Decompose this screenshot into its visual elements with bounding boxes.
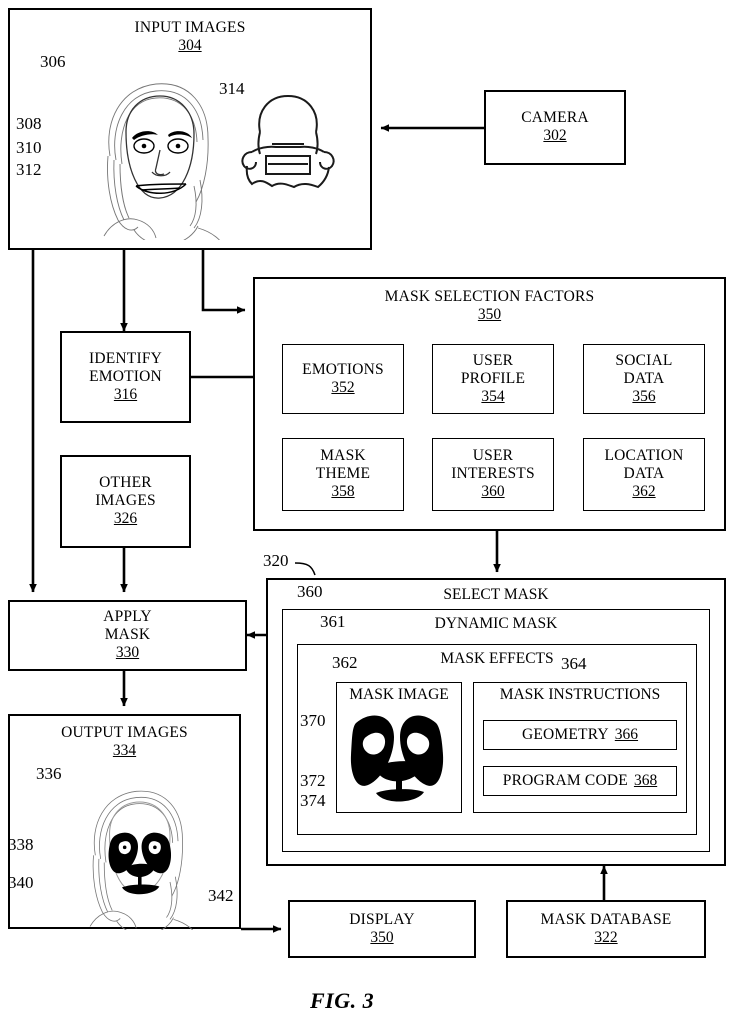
program-code-ref: 368 (633, 771, 658, 789)
factor-user-interests[interactable]: USER INTERESTS 360 (432, 438, 554, 511)
output-masked-face-illustration (89, 790, 194, 930)
patent-figure-3: INPUT IMAGES 304 306 308 310 312 314 CAM… (0, 0, 736, 1024)
factor-user-profile[interactable]: USER PROFILE 354 (432, 344, 554, 414)
factor-social-data-ref: 356 (632, 387, 656, 405)
factor-user-profile-label-1: USER (472, 351, 514, 369)
mask-effects-title: MASK EFFECTS (440, 650, 554, 667)
input-images-ref: 304 (178, 36, 202, 54)
factor-user-profile-label-2: PROFILE (460, 369, 526, 387)
camera-box: CAMERA 302 (484, 90, 626, 165)
display-title: DISPLAY (349, 910, 415, 928)
output-images-ref: 334 (112, 741, 137, 759)
apply-mask-ref: 330 (115, 644, 140, 662)
dynamic-mask-title: DYNAMIC MASK (434, 615, 558, 632)
display-box: DISPLAY 350 (288, 900, 476, 958)
identify-emotion-box: IDENTIFY EMOTION 316 (60, 331, 191, 423)
factor-location-data[interactable]: LOCATION DATA 362 (583, 438, 705, 511)
ref-364: 364 (561, 654, 587, 673)
factor-user-interests-ref: 360 (481, 483, 505, 501)
factor-location-data-label-1: LOCATION (604, 447, 684, 465)
apply-mask-title-1: APPLY (103, 608, 152, 626)
factor-user-interests-label-2: INTERESTS (451, 465, 535, 483)
ref-360: 360 (297, 582, 323, 601)
geometry-label: GEOMETRY (521, 726, 609, 744)
identify-emotion-ref: 316 (113, 385, 138, 403)
factor-social-data-label-2: DATA (623, 369, 665, 387)
figure-caption: FIG. 3 (310, 988, 375, 1013)
mask-image-title: MASK IMAGE (349, 686, 449, 703)
ref-338: 338 (8, 835, 34, 854)
ref-362: 362 (332, 653, 358, 672)
input-images-title: INPUT IMAGES (134, 19, 246, 36)
geometry-box[interactable]: GEOMETRY 366 (483, 720, 677, 750)
mask-selection-factors-title: MASK SELECTION FACTORS (384, 288, 595, 305)
ref-372: 372 (300, 771, 326, 790)
ref-306: 306 (40, 52, 66, 71)
apply-mask-box: APPLY MASK 330 (8, 600, 247, 671)
ref-340: 340 (8, 873, 34, 892)
select-mask-title: SELECT MASK (443, 586, 549, 603)
factor-location-data-ref: 362 (632, 483, 656, 501)
factor-emotions-label-1: EMOTIONS (302, 360, 384, 378)
apply-mask-title-2: MASK (104, 626, 151, 644)
ref-312: 312 (16, 160, 42, 179)
input-face-illustration (103, 83, 220, 240)
factor-mask-theme-label-1: MASK (320, 447, 366, 465)
factor-emotions[interactable]: EMOTIONS 352 (282, 344, 404, 414)
mask-instructions-title: MASK INSTRUCTIONS (499, 686, 661, 703)
program-code-label: PROGRAM CODE (502, 772, 628, 790)
identify-emotion-title-1: IDENTIFY (88, 349, 163, 367)
ref-336: 336 (36, 764, 62, 783)
ref-310: 310 (16, 138, 42, 157)
ref-374: 374 (300, 791, 326, 810)
identify-emotion-title-2: EMOTION (89, 367, 162, 385)
ref-361: 361 (320, 612, 346, 631)
other-images-ref: 326 (113, 510, 138, 528)
factor-mask-theme-label-2: THEME (315, 465, 371, 483)
camera-ref: 302 (543, 127, 567, 145)
chair-illustration (241, 94, 335, 189)
other-images-title-2: IMAGES (95, 492, 156, 510)
ref-308: 308 (16, 114, 42, 133)
camera-title: CAMERA (521, 109, 589, 127)
panda-mask-graphic (350, 715, 444, 802)
geometry-ref: 366 (614, 725, 639, 743)
display-ref: 350 (370, 928, 394, 946)
program-code-box[interactable]: PROGRAM CODE 368 (483, 766, 677, 796)
mask-database-box: MASK DATABASE 322 (506, 900, 706, 958)
factor-social-data[interactable]: SOCIAL DATA 356 (583, 344, 705, 414)
factor-emotions-ref: 352 (331, 378, 355, 396)
ref-314: 314 (219, 79, 245, 98)
other-images-title-1: OTHER (99, 474, 152, 492)
factor-user-profile-ref: 354 (481, 387, 505, 405)
factor-social-data-label-1: SOCIAL (615, 351, 673, 369)
factor-mask-theme-ref: 358 (331, 483, 355, 501)
mask-database-ref: 322 (594, 928, 618, 946)
factor-user-interests-label-1: USER (472, 447, 514, 465)
mask-selection-factors-ref: 350 (477, 305, 502, 323)
other-images-box: OTHER IMAGES 326 (60, 455, 191, 548)
ref-320: 320 (263, 551, 289, 570)
ref-370: 370 (300, 711, 326, 730)
mask-database-title: MASK DATABASE (540, 910, 672, 928)
factor-mask-theme[interactable]: MASK THEME 358 (282, 438, 404, 511)
output-images-title: OUTPUT IMAGES (61, 724, 188, 741)
ref-342: 342 (208, 886, 234, 905)
factor-location-data-label-2: DATA (623, 465, 665, 483)
